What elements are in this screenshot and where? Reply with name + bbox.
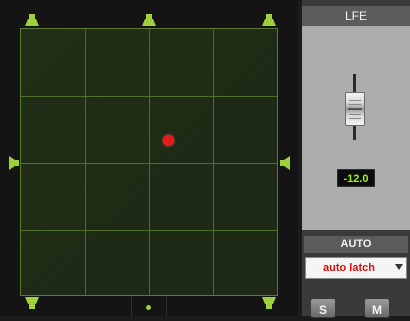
lfe-level-readout[interactable]: -12.0 [337, 169, 375, 187]
speaker-front-right-icon[interactable] [261, 14, 277, 26]
fader-tick [349, 114, 361, 115]
divider [166, 296, 167, 316]
lfe-section: -12.0 [302, 26, 410, 230]
grid-line [21, 96, 277, 97]
lfe-label: LFE [302, 6, 410, 26]
solo-button[interactable]: S [310, 298, 336, 318]
automation-label: AUTO [304, 236, 408, 253]
divider [131, 296, 132, 316]
fader-tick [349, 100, 361, 101]
surround-panner[interactable] [0, 0, 298, 316]
speaker-center-icon[interactable] [141, 14, 157, 26]
fader-groove [348, 108, 362, 110]
grid-line [149, 29, 150, 295]
side-panel: LFE -12.0 AUTO auto latch S M [302, 0, 410, 318]
speaker-rear-left-icon[interactable] [24, 297, 40, 309]
speaker-side-right-icon[interactable] [280, 155, 290, 171]
speaker-side-left-icon[interactable] [9, 155, 19, 171]
grid-line [21, 163, 277, 164]
automation-mode-select[interactable]: auto latch [305, 257, 407, 279]
lfe-fader-handle[interactable] [345, 92, 365, 126]
pan-position-puck[interactable] [163, 135, 174, 146]
grid-line [213, 29, 214, 295]
fader-tick [349, 118, 361, 119]
rear-center-indicator-icon[interactable] [146, 305, 151, 310]
grid-line [21, 230, 277, 231]
grid-line [85, 29, 86, 295]
speaker-rear-right-icon[interactable] [261, 297, 277, 309]
pan-grid[interactable] [20, 28, 278, 296]
automation-mode-value: auto latch [323, 262, 375, 274]
fader-tick [349, 104, 361, 105]
dropdown-caret-icon [395, 264, 403, 270]
speaker-front-left-icon[interactable] [24, 14, 40, 26]
mute-button[interactable]: M [364, 298, 390, 318]
